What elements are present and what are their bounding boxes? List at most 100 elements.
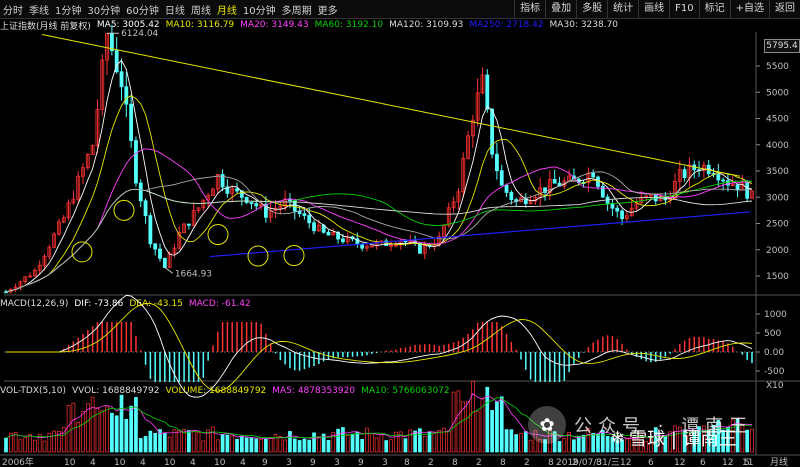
x-axis-label: 2: [428, 458, 434, 467]
watermark-2: ❄ 雪球 | 谭南王: [610, 425, 737, 451]
candle-body: [418, 242, 422, 254]
x-axis-label: 9: [310, 458, 316, 467]
volume-bar: [499, 396, 504, 453]
volume-bar: [105, 406, 109, 453]
x-axis-label: 10: [114, 458, 126, 467]
candle-body: [186, 223, 191, 226]
volume-bar: [124, 419, 129, 453]
volume-bar: [254, 438, 259, 453]
volume-bar: [437, 430, 442, 453]
candle-body: [162, 257, 167, 268]
x-axis-label: 10: [64, 458, 76, 467]
candle-body: [254, 203, 259, 207]
x-axis-label: 4: [140, 458, 146, 467]
candle-body: [244, 196, 249, 203]
volume-bar: [605, 435, 610, 453]
price-tick-label: 3500: [766, 167, 789, 177]
candle-body: [509, 192, 514, 201]
volume-bar: [110, 412, 114, 453]
volume-bar: [134, 397, 138, 453]
volume-bar: [543, 439, 547, 453]
volume-bar: [466, 401, 470, 453]
x-axis-label: 2: [476, 458, 482, 467]
volume-bar: [432, 432, 437, 453]
volume-bar: [413, 430, 417, 453]
volume-bar: [557, 441, 562, 453]
volume-bar: [572, 439, 576, 453]
watermark-text-2: 雪球 | 谭南王: [629, 429, 737, 450]
volume-bar: [268, 437, 273, 453]
candle-body: [143, 200, 148, 217]
volume-bar: [307, 439, 312, 453]
volume-bar: [596, 433, 600, 453]
volume-bar: [427, 431, 432, 453]
volume-bar: [292, 438, 297, 453]
volume-bar: [28, 434, 32, 453]
volume-bar: [369, 433, 374, 453]
x-axis-label: 2006年: [2, 456, 34, 467]
volume-bar: [148, 430, 153, 453]
x-axis-label: 2019/07/31/三: [556, 458, 620, 467]
volume-bar: [13, 432, 18, 453]
volume-bar: [297, 440, 302, 453]
volume-bar: [495, 401, 499, 453]
volume-bar: [42, 440, 47, 453]
volume-bar: [81, 411, 85, 453]
volume-bar: [365, 427, 369, 453]
volume-bar: [215, 439, 220, 453]
volume-bar: [302, 438, 307, 453]
volume-bar: [153, 432, 158, 453]
volume-bar: [519, 433, 523, 453]
x-axis-label: 3: [382, 458, 388, 467]
volume-bar: [85, 403, 90, 453]
candle-body: [504, 184, 509, 193]
candle-body: [591, 172, 596, 178]
ma5-line: [5, 59, 753, 293]
low-marker: [164, 266, 174, 274]
x-axis-label: 3: [286, 458, 292, 467]
x-axis-label: 6: [648, 458, 654, 467]
volume-bar: [283, 439, 287, 453]
volume-bar: [750, 428, 754, 453]
candle-body: [124, 86, 129, 105]
support-trendline: [209, 211, 751, 258]
chart-canvas[interactable]: 5500500045004000350030002500200015001000…: [0, 0, 800, 467]
x-axis-label: 8: [452, 458, 458, 467]
volume-bar: [259, 438, 263, 453]
volume-bar: [350, 433, 355, 453]
candle-body: [148, 215, 153, 245]
volume-bar: [138, 438, 143, 453]
xueqiu-logo-icon: ❄: [610, 427, 626, 449]
candle-body: [716, 174, 721, 181]
volume-bar: [211, 426, 215, 453]
volume-bar: [562, 438, 567, 453]
highlight-circle: [247, 245, 269, 267]
macd-tick-label: 1000: [764, 310, 787, 320]
volume-bar: [235, 438, 239, 453]
volume-bar: [360, 438, 365, 453]
volume-bar: [345, 435, 350, 453]
candle-body: [735, 184, 740, 191]
highlight-circle: [283, 245, 305, 267]
volume-bar: [167, 436, 172, 453]
volume-bar: [220, 434, 225, 453]
volume-bar: [600, 429, 605, 453]
volume-bar: [446, 430, 451, 453]
volume-bar: [509, 429, 514, 453]
candle-body: [596, 176, 600, 187]
volume-bar: [740, 425, 745, 453]
x-axis-label: 11: [742, 458, 753, 467]
candle-body: [129, 103, 134, 141]
volume-bar: [249, 437, 254, 453]
vol-tick-label: X10: [766, 381, 784, 391]
volume-bar: [408, 429, 413, 453]
volume-bar: [196, 432, 201, 453]
macd-tick-label: 500: [764, 329, 781, 339]
volume-bar: [143, 436, 148, 453]
volume-bar: [374, 437, 379, 453]
volume-bar: [33, 439, 37, 453]
highlight-circle: [113, 199, 135, 221]
volume-bar: [384, 440, 389, 453]
volume-bar: [129, 405, 133, 453]
volume-bar: [4, 437, 8, 453]
